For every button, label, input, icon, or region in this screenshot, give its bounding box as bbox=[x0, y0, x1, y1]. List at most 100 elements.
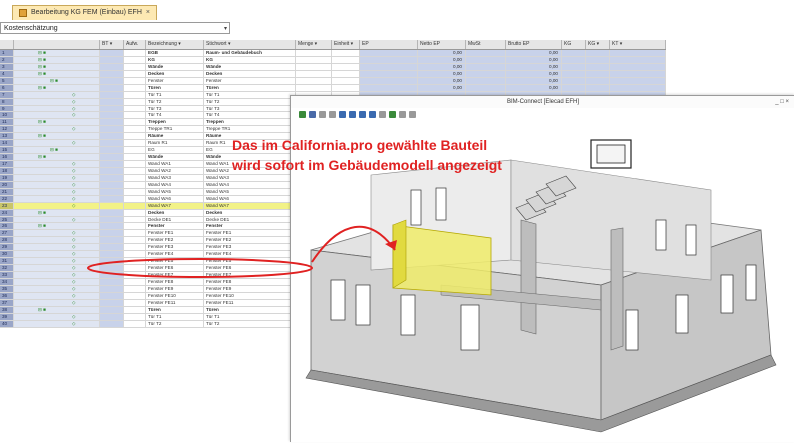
table-row[interactable]: 2 ⊟ ■ KG KG 0,00 0,00 bbox=[0, 56, 666, 64]
expand-node-icon[interactable]: ⊟ ■ bbox=[38, 210, 46, 216]
effort-cell bbox=[124, 119, 146, 126]
leaf-node-icon[interactable]: ◇ bbox=[72, 286, 76, 292]
document-tabstrip: Bearbeitung KG FEM (Einbau) EFH × bbox=[0, 0, 794, 20]
leaf-node-icon[interactable]: ◇ bbox=[72, 251, 76, 257]
table-row[interactable]: 3 ⊟ ■ Wände Wände 0,00 0,00 bbox=[0, 63, 666, 71]
leaf-node-icon[interactable]: ◇ bbox=[72, 244, 76, 250]
tree-node: ◇ bbox=[14, 313, 100, 320]
leaf-node-icon[interactable]: ◇ bbox=[72, 99, 76, 105]
kt-cell bbox=[610, 56, 666, 63]
column-header[interactable]: KG bbox=[562, 40, 586, 49]
leaf-node-icon[interactable]: ◇ bbox=[72, 237, 76, 243]
column-header[interactable]: Aufw. bbox=[124, 40, 146, 49]
effort-cell bbox=[124, 174, 146, 181]
model-icon[interactable] bbox=[299, 110, 306, 118]
view-front-icon[interactable] bbox=[329, 110, 336, 118]
column-header[interactable]: EP bbox=[360, 40, 418, 49]
view-iso-icon[interactable] bbox=[359, 110, 366, 118]
leaf-node-icon[interactable]: ◇ bbox=[72, 126, 76, 132]
leaf-node-icon[interactable]: ◇ bbox=[72, 112, 76, 118]
leaf-node-icon[interactable]: ◇ bbox=[72, 314, 76, 320]
row-index: 7 bbox=[0, 91, 14, 98]
leaf-node-icon[interactable]: ◇ bbox=[72, 92, 76, 98]
bt-cell bbox=[100, 299, 124, 306]
expand-node-icon[interactable]: ⊟ ■ bbox=[38, 119, 46, 125]
expand-node-icon[interactable]: ⊟ ■ bbox=[38, 154, 46, 160]
expand-node-icon[interactable]: ⊟ ■ bbox=[50, 147, 58, 153]
table-row[interactable]: 1 ⊟ ■ EGB Raum- und Gebäudebuch 0,00 0,00 bbox=[0, 50, 666, 57]
leaf-node-icon[interactable]: ◇ bbox=[72, 161, 76, 167]
leaf-node-icon[interactable]: ◇ bbox=[72, 217, 76, 223]
expand-node-icon[interactable]: ⊟ ■ bbox=[38, 133, 46, 139]
effort-cell bbox=[124, 91, 146, 98]
designation-cell: Raum R1 bbox=[146, 140, 204, 147]
table-row[interactable]: 4 ⊟ ■ Decken Decken 0,00 0,00 bbox=[0, 70, 666, 78]
ep-cell bbox=[360, 50, 418, 56]
leaf-node-icon[interactable]: ◇ bbox=[72, 175, 76, 181]
leaf-node-icon[interactable]: ◇ bbox=[72, 300, 76, 306]
row-index: 25 bbox=[0, 216, 14, 223]
column-header[interactable] bbox=[14, 40, 100, 49]
column-header[interactable] bbox=[0, 40, 14, 49]
leaf-node-icon[interactable]: ◇ bbox=[72, 182, 76, 188]
window-controls[interactable]: _ □ × bbox=[775, 96, 789, 108]
column-header[interactable]: KT ▾ bbox=[610, 40, 666, 49]
leaf-node-icon[interactable]: ◇ bbox=[72, 265, 76, 271]
leaf-node-icon[interactable]: ◇ bbox=[72, 168, 76, 174]
cost-type-dropdown[interactable]: Kostenschätzung ▾ bbox=[0, 22, 230, 34]
expand-node-icon[interactable]: ⊟ ■ bbox=[38, 71, 46, 77]
column-header[interactable]: Menge ▾ bbox=[296, 40, 332, 49]
expand-node-icon[interactable]: ⊟ ■ bbox=[50, 78, 58, 84]
expand-node-icon[interactable]: ⊟ ■ bbox=[38, 223, 46, 229]
select-icon[interactable] bbox=[379, 110, 386, 118]
effort-cell bbox=[124, 251, 146, 258]
expand-node-icon[interactable]: ⊟ ■ bbox=[38, 85, 46, 91]
close-icon[interactable]: × bbox=[146, 6, 150, 20]
column-header[interactable]: Stichwort ▾ bbox=[204, 40, 296, 49]
skylight-frame bbox=[596, 144, 626, 164]
properties-icon[interactable] bbox=[389, 110, 396, 118]
kg-cell bbox=[562, 63, 586, 70]
tree-node: ◇ bbox=[14, 202, 100, 209]
refresh-icon[interactable] bbox=[309, 110, 316, 118]
column-header[interactable]: Netto EP bbox=[418, 40, 466, 49]
column-header[interactable]: KG ▾ bbox=[586, 40, 610, 49]
column-header[interactable]: MwSt bbox=[466, 40, 506, 49]
leaf-node-icon[interactable]: ◇ bbox=[72, 279, 76, 285]
designation-cell: Wand WA7 bbox=[146, 202, 204, 209]
tree-node: ◇ bbox=[14, 140, 100, 147]
leaf-node-icon[interactable]: ◇ bbox=[72, 106, 76, 112]
expand-node-icon[interactable]: ⊟ ■ bbox=[38, 64, 46, 70]
table-row[interactable]: 5 ⊟ ■ Fenster Fenster 0,00 0,00 bbox=[0, 77, 666, 85]
leaf-node-icon[interactable]: ◇ bbox=[72, 258, 76, 264]
keyword-cell: Decke DE1 bbox=[204, 216, 296, 223]
leaf-node-icon[interactable]: ◇ bbox=[72, 196, 76, 202]
table-row[interactable]: 6 ⊟ ■ Türen Türen 0,00 0,00 bbox=[0, 84, 666, 92]
view-3d-icon[interactable] bbox=[369, 110, 376, 118]
document-tab[interactable]: Bearbeitung KG FEM (Einbau) EFH × bbox=[12, 5, 157, 20]
leaf-node-icon[interactable]: ◇ bbox=[72, 230, 76, 236]
tree-node: ⊟ ■ bbox=[14, 84, 100, 91]
export-icon[interactable] bbox=[399, 110, 406, 118]
expand-node-icon[interactable]: ⊟ ■ bbox=[38, 50, 46, 56]
settings-icon[interactable] bbox=[409, 110, 416, 118]
view-top-icon[interactable] bbox=[339, 110, 346, 118]
leaf-node-icon[interactable]: ◇ bbox=[72, 321, 76, 327]
leaf-node-icon[interactable]: ◇ bbox=[72, 189, 76, 195]
designation-cell: EG bbox=[146, 147, 204, 154]
column-header[interactable]: BT ▾ bbox=[100, 40, 124, 49]
unit-cell bbox=[332, 50, 360, 56]
tree-node: ◇ bbox=[14, 98, 100, 105]
expand-node-icon[interactable]: ⊟ ■ bbox=[38, 307, 46, 313]
leaf-node-icon[interactable]: ◇ bbox=[72, 293, 76, 299]
leaf-node-icon[interactable]: ◇ bbox=[72, 140, 76, 146]
leaf-node-icon[interactable]: ◇ bbox=[72, 203, 76, 209]
leaf-node-icon[interactable]: ◇ bbox=[72, 272, 76, 278]
view-icon[interactable] bbox=[319, 110, 326, 118]
column-header[interactable]: Brutto EP bbox=[506, 40, 562, 49]
bt-cell bbox=[100, 251, 124, 258]
view-side-icon[interactable] bbox=[349, 110, 356, 118]
expand-node-icon[interactable]: ⊟ ■ bbox=[38, 57, 46, 63]
column-header[interactable]: Bezeichnung ▾ bbox=[146, 40, 204, 49]
column-header[interactable]: Einheit ▾ bbox=[332, 40, 360, 49]
